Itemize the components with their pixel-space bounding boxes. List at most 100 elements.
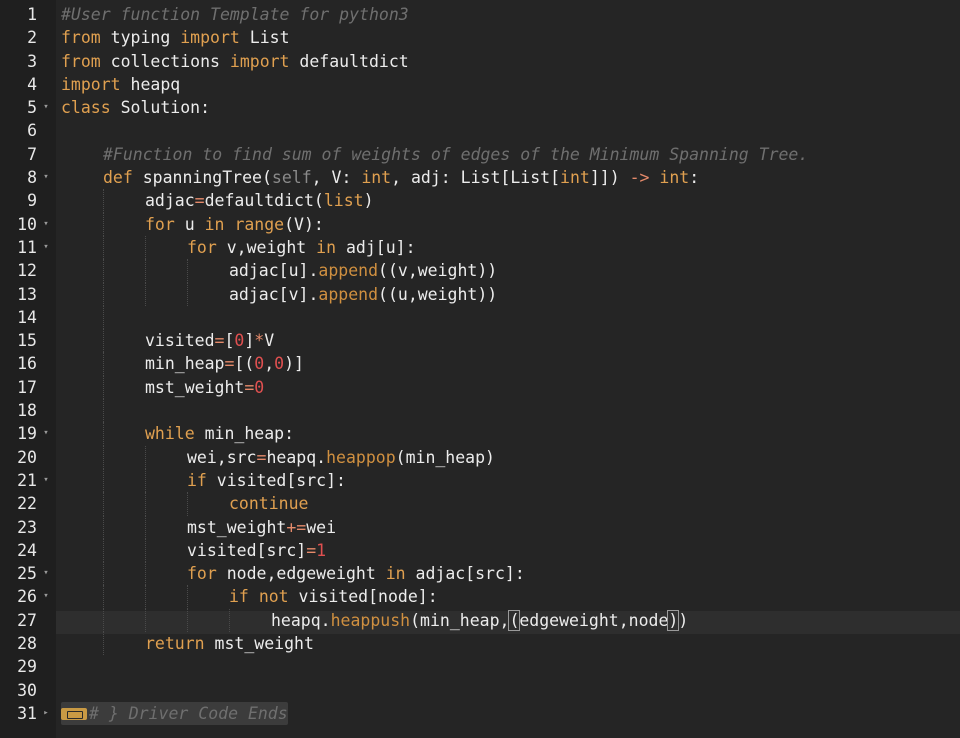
code-line[interactable]: 27 heapq.heappush(min_heap,(edgeweight,no… (0, 608, 960, 633)
line-number: 5 (27, 98, 37, 118)
code-token: for (145, 214, 175, 234)
indent-guide (103, 632, 104, 656)
line-number: 25 (17, 564, 37, 584)
code-line[interactable]: 13 adjac[v].append((u,weight)) (0, 282, 960, 306)
code-token: in (385, 564, 406, 584)
code-line[interactable]: 30 (0, 679, 960, 702)
code-token: adjac (145, 191, 195, 211)
code-token: typing (100, 28, 181, 48)
code-line[interactable]: 14 (0, 305, 960, 330)
line-number: 18 (17, 401, 37, 421)
code-line[interactable]: 22 continue (0, 492, 960, 516)
fold-collapse-icon[interactable]: ▾ (41, 422, 51, 445)
line-code: return mst_weight (145, 632, 314, 655)
code-token: ] (244, 331, 255, 351)
code-line[interactable]: 4 import heapq (0, 73, 960, 96)
code-token: mst_weight (187, 517, 287, 537)
indent-guide (145, 538, 146, 563)
indent-guide (187, 492, 188, 516)
line-code: def spanningTree(self, V: int, adj: List… (103, 166, 699, 189)
line-number: 7 (27, 144, 37, 164)
code-token: if (187, 470, 207, 490)
code-line[interactable]: 9 adjac=defaultdict(list) (0, 189, 960, 213)
code-line[interactable]: 5 ▾ class Solution: (0, 96, 960, 119)
code-token: edgeweight,node (519, 610, 669, 630)
code-line[interactable]: 10 ▾ for u in range(V): (0, 212, 960, 236)
code-line[interactable]: 18 (0, 399, 960, 423)
line-number: 9 (27, 191, 37, 211)
code-token: (min_heap) (395, 447, 495, 467)
line-number: 16 (17, 354, 37, 374)
indent-guide (229, 608, 230, 633)
fold-collapse-icon[interactable]: ▾ (41, 166, 51, 189)
code-editor[interactable]: 1 #User function Template for python3 2 fro… (0, 0, 960, 738)
line-number: 10 (17, 214, 37, 234)
line-code: for node,edgeweight in adjac[src]: (187, 562, 525, 585)
line-number: 1 (27, 5, 37, 24)
code-token: 0 (274, 354, 285, 374)
code-token: heapq. (271, 610, 331, 630)
code-line[interactable]: 23 mst_weight+=wei (0, 515, 960, 539)
code-token: visited[src]: (206, 470, 346, 490)
fold-expand-icon[interactable]: ▸ (41, 702, 51, 725)
indent-guide (103, 399, 104, 423)
line-number: 27 (17, 610, 37, 630)
code-token: defaultdict (289, 51, 409, 71)
fold-collapse-icon[interactable]: ▾ (41, 213, 51, 236)
code-line[interactable]: 25 ▾ for node,edgeweight in adjac[src]: (0, 562, 960, 586)
line-code: heapq.heappush(min_heap,(edgeweight,node… (271, 609, 688, 632)
fold-collapse-icon[interactable]: ▾ (41, 469, 51, 492)
indent-guide (103, 515, 104, 539)
code-token: = (306, 540, 317, 560)
code-line[interactable]: 19 ▾ while min_heap: (0, 422, 960, 446)
folded-code-icon[interactable] (61, 708, 87, 721)
line-number: 12 (17, 261, 37, 281)
line-code: if visited[src]: (187, 469, 346, 492)
line-code: from typing import List (61, 26, 290, 49)
code-line[interactable]: 26 ▾ if not visited[node]: (0, 585, 960, 609)
code-token: int (659, 168, 690, 188)
indent-guide (103, 585, 104, 609)
code-line[interactable]: 15 visited=[0]*V (0, 329, 960, 353)
code-line[interactable]: 31 ▸ # } Driver Code Ends (0, 701, 960, 726)
code-line[interactable]: 28 return mst_weight (0, 632, 960, 656)
folded-code-widget[interactable]: # } Driver Code Ends (61, 701, 288, 726)
line-number: 17 (17, 377, 37, 397)
code-line[interactable]: 12 adjac[u].append((v,weight)) (0, 259, 960, 283)
line-number: 15 (17, 331, 37, 351)
code-line[interactable]: 20 wei,src=heapq.heappop(min_heap) (0, 445, 960, 469)
code-lines[interactable]: 1 #User function Template for python3 2 fro… (0, 3, 960, 726)
code-token: ((v,weight)) (378, 261, 498, 281)
code-line[interactable]: 1 #User function Template for python3 (0, 3, 960, 26)
code-line[interactable]: 16 min_heap=[(0,0)] (0, 352, 960, 376)
code-token: visited[node]: (288, 587, 438, 607)
fold-collapse-icon[interactable]: ▾ (41, 236, 51, 259)
code-line[interactable]: 24 visited[src]=1 (0, 538, 960, 563)
code-line[interactable]: 7 #Function to find sum of weights of edg… (0, 143, 960, 166)
code-token: = (256, 447, 267, 467)
code-line[interactable]: 29 (0, 655, 960, 678)
code-line[interactable]: 17 mst_weight=0 (0, 375, 960, 400)
code-token: u (174, 214, 205, 234)
code-token: * (254, 331, 265, 351)
code-line[interactable]: 2 from typing import List (0, 26, 960, 49)
code-token: adjac[src]: (405, 564, 525, 584)
code-token: defaultdict( (204, 191, 324, 211)
code-line[interactable]: 21 ▾ if visited[src]: (0, 468, 960, 493)
fold-collapse-icon[interactable]: ▾ (41, 585, 51, 608)
line-number: 13 (17, 284, 37, 304)
code-line[interactable]: 3 from collections import defaultdict (0, 50, 960, 73)
fold-collapse-icon[interactable]: ▾ (41, 562, 51, 585)
code-line[interactable]: 6 (0, 119, 960, 142)
code-token: adj[u]: (336, 237, 416, 257)
code-line[interactable]: 8 ▾ def spanningTree(self, V: int, adj: Li… (0, 166, 960, 189)
code-line[interactable]: 11 ▾ for v,weight in adj[u]: (0, 235, 960, 260)
code-token: = (214, 331, 225, 351)
line-code: visited[src]=1 (187, 539, 326, 562)
line-number: 14 (17, 307, 37, 327)
fold-collapse-icon[interactable]: ▾ (41, 96, 51, 119)
line-code: while min_heap: (145, 422, 294, 445)
line-code: mst_weight+=wei (187, 516, 336, 539)
line-number: 28 (17, 634, 37, 654)
